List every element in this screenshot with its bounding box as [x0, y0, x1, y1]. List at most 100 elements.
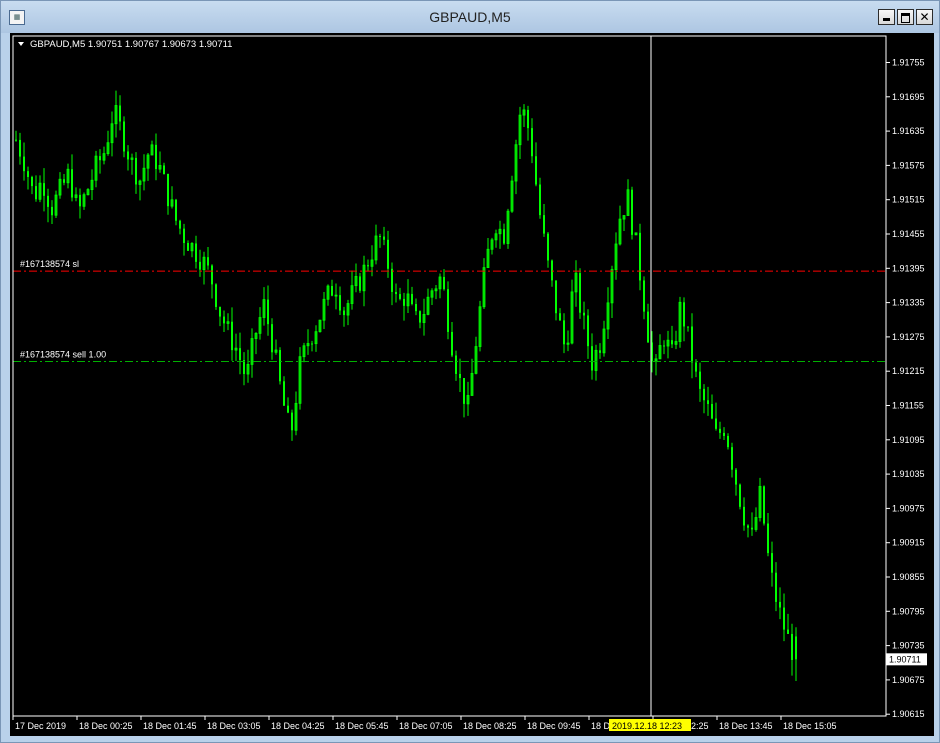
candle-body-bear [331, 286, 333, 296]
candle-body-bear [51, 206, 53, 216]
price-tick-label: 1.90915 [892, 538, 925, 548]
stop-loss-label: #167138574 sl [20, 259, 79, 269]
candle-body-bear [503, 229, 505, 244]
candle-body-bear [715, 418, 717, 429]
maximize-button[interactable] [897, 9, 914, 25]
candle-body-bear [599, 350, 601, 353]
candle-body-bear [747, 525, 749, 528]
collapse-triangle-icon[interactable] [18, 42, 24, 46]
candle-body-bear [455, 355, 457, 374]
candle-body-bear [775, 572, 777, 602]
price-tick-label: 1.91395 [892, 263, 925, 273]
close-button[interactable]: ✕ [916, 9, 933, 25]
title-bar[interactable]: ▦ GBPAUD,M5 ✕ [1, 1, 939, 33]
candle-body-bear [551, 260, 553, 281]
candle-body-bear [391, 268, 393, 292]
candles-group [15, 90, 797, 682]
candle-body-bear [31, 176, 33, 187]
time-tick-label: 18 Dec 15:05 [783, 721, 837, 731]
candle-body-bear [631, 189, 633, 235]
price-tick-label: 1.91515 [892, 195, 925, 205]
candle-body-bear [243, 360, 245, 375]
candle-body-bear [383, 236, 385, 240]
candle-body-bear [195, 243, 197, 262]
candle-body-bear [463, 378, 465, 404]
candle-body-bear [415, 304, 417, 312]
candle-body-bear [183, 228, 185, 244]
candle-body-bear [779, 601, 781, 608]
price-tick-label: 1.90795 [892, 606, 925, 616]
crosshair-date-label: 2019.12.18 12:23 [612, 721, 682, 731]
price-tick-label: 1.91035 [892, 469, 925, 479]
chart-area[interactable]: #167138574 sl #167138574 sell 1.00 1.9175… [10, 33, 934, 736]
candle-body-bear [167, 173, 169, 207]
candle-body-bear [123, 121, 125, 152]
candle-body-bear [403, 298, 405, 306]
candle-body-bear [163, 165, 165, 174]
candle-body-bear [639, 232, 641, 281]
candle-body-bear [663, 345, 665, 347]
axes-group [12, 35, 887, 717]
candle-body-bear [671, 340, 673, 345]
price-tick-label: 1.91575 [892, 160, 925, 170]
candle-body-bear [283, 381, 285, 406]
price-tick-label: 1.90675 [892, 675, 925, 685]
price-axis: 1.91755 1.91695 1.91635 1.91575 1.91515 1.914… [886, 58, 925, 719]
time-tick-label: 18 Dec 08:25 [463, 721, 517, 731]
minimize-button[interactable] [878, 9, 895, 25]
price-tick-label: 1.91335 [892, 298, 925, 308]
candle-body-bear [379, 235, 381, 237]
candle-body-bear [727, 435, 729, 448]
candle-body-bear [695, 362, 697, 372]
candle-body-bear [239, 348, 241, 361]
candle-body-bear [591, 346, 593, 371]
price-tick-label: 1.91635 [892, 126, 925, 136]
candle-body-bear [763, 486, 765, 524]
time-tick-label: 18 Dec 07:05 [399, 721, 453, 731]
candle-body-bear [547, 233, 549, 261]
candle-body-bear [179, 220, 181, 229]
candle-body-bear [199, 261, 201, 270]
candle-body-bear [451, 331, 453, 356]
candle-body-bear [783, 607, 785, 630]
price-chart[interactable]: #167138574 sl #167138574 sell 1.00 1.9175… [10, 33, 934, 736]
candle-body-bear [643, 280, 645, 312]
candle-body-bear [731, 447, 733, 470]
candle-body-bear [231, 321, 233, 351]
candle-body-bear [647, 311, 649, 343]
candle-body-bear [579, 273, 581, 313]
price-tick-label: 1.91095 [892, 435, 925, 445]
crosshair-date-tag: 2019.12.18 12:23 [609, 719, 691, 731]
current-price-tag: 1.90711 [886, 653, 927, 666]
candle-body-bear [739, 484, 741, 507]
time-tick-label: 18 Dec 00:25 [79, 721, 133, 731]
candle-body-bear [735, 469, 737, 485]
candle-body-bear [711, 403, 713, 419]
candle-body-bear [683, 302, 685, 327]
price-tick-label: 1.90615 [892, 709, 925, 719]
candle-body-bear [339, 295, 341, 311]
candle-body-bear [63, 179, 65, 183]
candle-body-bear [279, 350, 281, 382]
candle-body-bear [343, 310, 345, 316]
candle-body-bear [447, 289, 449, 332]
candle-body-bear [563, 320, 565, 345]
candle-body-bear [135, 157, 137, 185]
candle-body-bear [691, 326, 693, 363]
candle-body-bear [795, 636, 797, 660]
candle-body-bear [559, 313, 561, 321]
candle-body-bear [19, 139, 21, 157]
candle-body-bear [583, 312, 585, 316]
candle-body-bear [767, 523, 769, 554]
price-tick-label: 1.91755 [892, 58, 925, 68]
candle-body-bear [155, 144, 157, 170]
candle-body-bear [359, 276, 361, 291]
candle-body-bear [587, 315, 589, 347]
candle-body-bear [43, 183, 45, 196]
sell-order-label: #167138574 sell 1.00 [20, 349, 106, 359]
candle-body-bear [367, 265, 369, 267]
candle-body-bear [703, 388, 705, 401]
candle-body-bear [459, 373, 461, 379]
time-tick-label: 17 Dec 2019 [15, 721, 66, 731]
time-tick-label: 18 Dec 05:45 [335, 721, 389, 731]
